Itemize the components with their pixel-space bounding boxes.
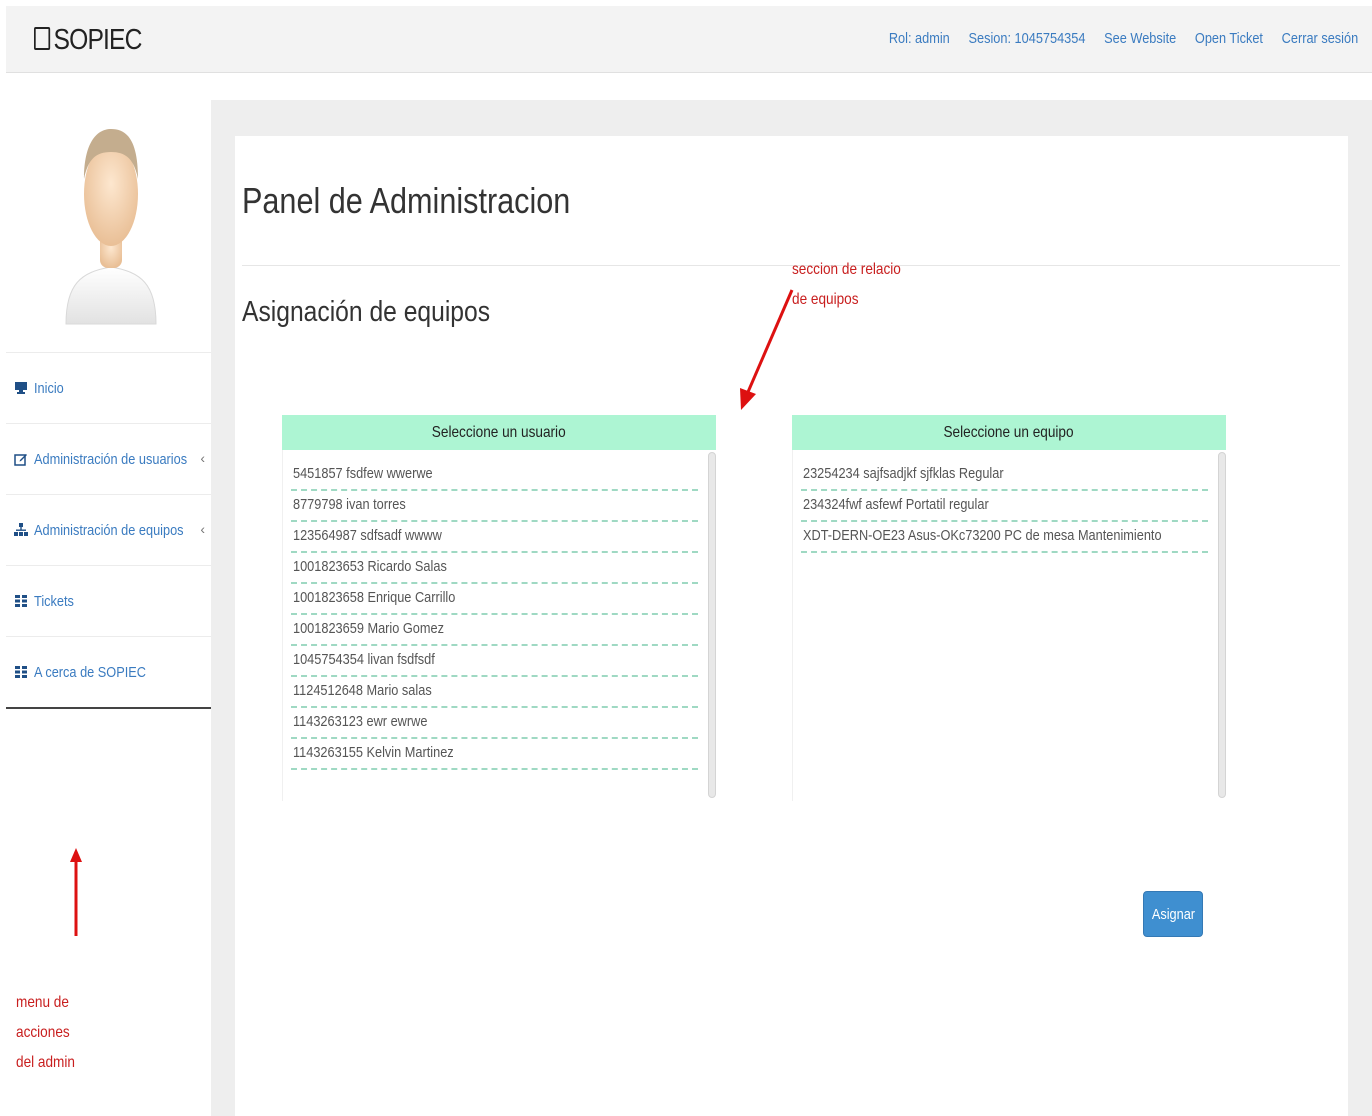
annotation-line: menu de <box>16 994 69 1011</box>
equipment-select-panel: Seleccione un equipo 23254234 sajfsadjkf… <box>792 415 1226 801</box>
sidebar-item-admin-equipos[interactable]: Administración de equipos ‹ <box>6 494 211 565</box>
user-option[interactable]: 1143263123 ewr ewrwe <box>291 708 698 739</box>
grid-icon <box>14 665 28 679</box>
user-option[interactable]: 8779798 ivan torres <box>291 491 698 522</box>
user-option[interactable]: 1124512648 Mario salas <box>291 677 698 708</box>
annotation-line: seccion de relacio <box>792 261 901 278</box>
assign-button-label: Asignar <box>1151 905 1195 923</box>
user-avatar <box>65 129 157 325</box>
edit-icon <box>14 452 28 466</box>
users-select-panel: Seleccione un usuario 5451857 fsdfew wwe… <box>282 415 716 801</box>
chevron-left-icon: ‹ <box>200 450 205 466</box>
title-divider <box>242 265 1340 266</box>
brand-logo[interactable]: SOPIEC <box>34 24 142 57</box>
sidebar-item-inicio[interactable]: Inicio <box>6 352 211 423</box>
nav-logout-link[interactable]: Cerrar sesión <box>1281 30 1358 47</box>
equipment-option[interactable]: 234324fwf asfewf Portatil regular <box>801 491 1208 522</box>
page-title: Panel de Administracion <box>242 180 571 221</box>
sidebar-item-admin-usuarios[interactable]: Administración de usuarios ‹ <box>6 423 211 494</box>
user-option[interactable]: 1001823653 Ricardo Salas <box>291 553 698 584</box>
sidebar: Inicio Administración de usuarios ‹ Admi… <box>6 100 211 1116</box>
annotation-line: acciones <box>16 1024 70 1041</box>
equipment-list-scrollbar[interactable] <box>1218 452 1226 798</box>
sidebar-item-tickets[interactable]: Tickets <box>6 565 211 636</box>
user-option[interactable]: 1143263155 Kelvin Martinez <box>291 739 698 770</box>
users-panel-header: Seleccione un usuario <box>282 415 716 450</box>
sitemap-icon <box>14 523 28 537</box>
user-option[interactable]: 1045754354 livan fsdfsdf <box>291 646 698 677</box>
top-navbar: SOPIEC Rol: admin Sesion: 1045754354 See… <box>6 6 1372 73</box>
annotation-line: de equipos <box>792 291 859 308</box>
annotation-menu-text: menu de acciones del admin <box>16 988 101 1078</box>
section-title: Asignación de equipos <box>242 296 491 328</box>
equipment-panel-title: Seleccione un equipo <box>943 423 1075 441</box>
annotation-line: del admin <box>16 1054 75 1071</box>
chevron-left-icon: ‹ <box>200 521 205 537</box>
sidebar-item-acerca[interactable]: A cerca de SOPIEC <box>6 636 211 707</box>
monitor-icon <box>14 381 28 395</box>
annotation-section-text: seccion de relacio de equipos <box>792 255 901 315</box>
sidebar-item-label: Tickets <box>34 592 74 610</box>
sidebar-item-label: Inicio <box>34 379 64 397</box>
square-icon <box>34 27 51 50</box>
sidebar-divider <box>6 707 211 709</box>
equipment-panel-header: Seleccione un equipo <box>792 415 1226 450</box>
user-option[interactable]: 1001823658 Enrique Carrillo <box>291 584 698 615</box>
nav-open-ticket-link[interactable]: Open Ticket <box>1195 30 1263 47</box>
brand-text: SOPIEC <box>53 24 143 56</box>
users-panel-title: Seleccione un usuario <box>432 423 566 441</box>
sidebar-item-label: Administración de usuarios <box>34 450 188 468</box>
annotation-arrow-up <box>70 848 82 936</box>
sidebar-menu: Inicio Administración de usuarios ‹ Admi… <box>6 352 211 709</box>
nav-role-link[interactable]: Rol: admin <box>889 30 950 47</box>
users-list[interactable]: 5451857 fsdfew wwerwe 8779798 ivan torre… <box>282 450 716 801</box>
user-option[interactable]: 1001823659 Mario Gomez <box>291 615 698 646</box>
nav-session-link[interactable]: Sesion: 1045754354 <box>968 30 1085 47</box>
navbar-links: Rol: admin Sesion: 1045754354 See Websit… <box>889 30 1358 47</box>
sidebar-item-label: Administración de equipos <box>34 521 184 539</box>
sidebar-item-label: A cerca de SOPIEC <box>34 663 146 681</box>
grid-icon <box>14 594 28 608</box>
equipment-option[interactable]: 23254234 sajfsadjkf sjfklas Regular <box>801 460 1208 491</box>
annotation-arrow-diagonal <box>740 289 794 410</box>
assign-button[interactable]: Asignar <box>1143 891 1203 937</box>
user-option[interactable]: 123564987 sdfsadf wwww <box>291 522 698 553</box>
equipment-list[interactable]: 23254234 sajfsadjkf sjfklas Regular 2343… <box>792 450 1226 801</box>
users-list-scrollbar[interactable] <box>708 452 716 798</box>
user-option[interactable]: 5451857 fsdfew wwerwe <box>291 460 698 491</box>
nav-see-website-link[interactable]: See Website <box>1104 30 1176 47</box>
equipment-option[interactable]: XDT-DERN-OE23 Asus-OKc73200 PC de mesa M… <box>801 522 1208 553</box>
